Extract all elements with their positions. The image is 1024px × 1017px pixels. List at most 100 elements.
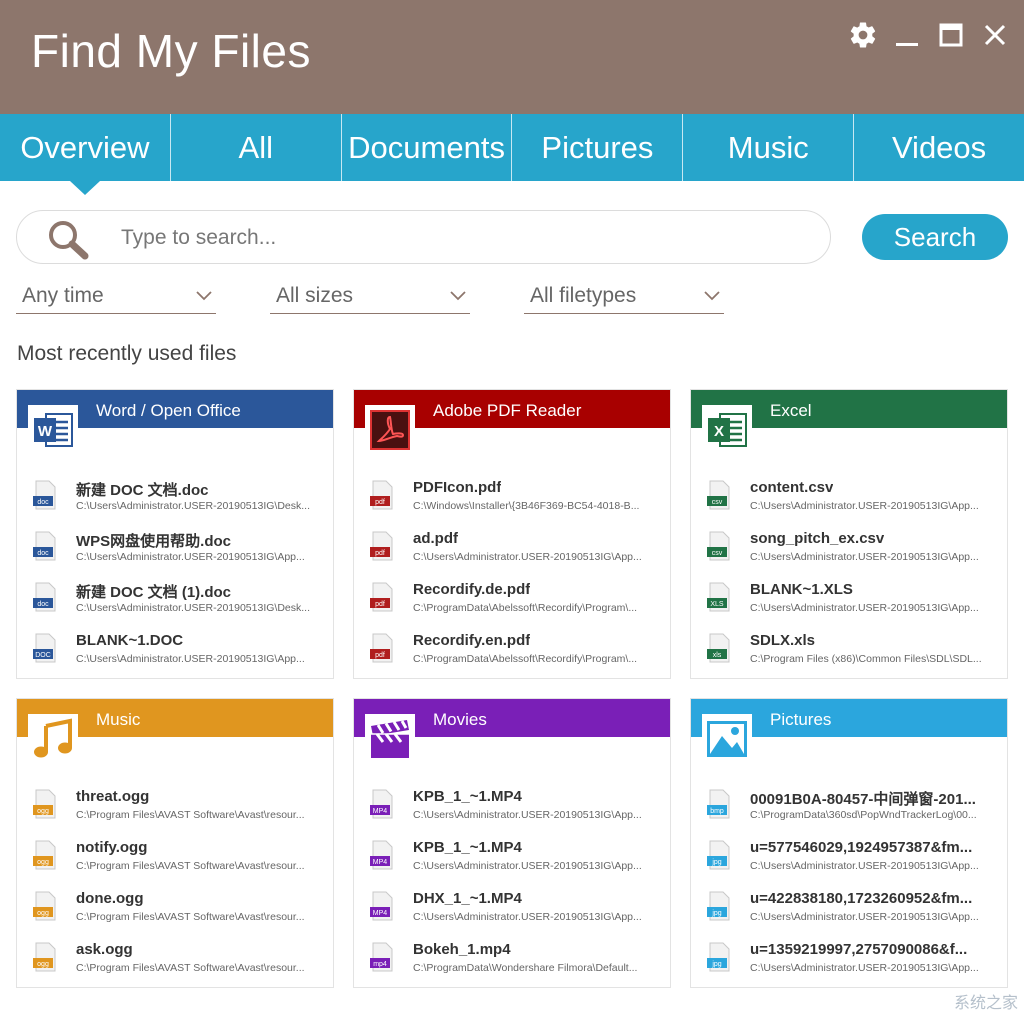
chevron-down-icon [196, 291, 212, 301]
picture-icon [702, 714, 752, 764]
list-item[interactable]: pdf Recordify.de.pdf C:\ProgramData\Abel… [354, 578, 670, 629]
svg-text:X: X [714, 423, 724, 440]
file-name: content.csv [750, 479, 834, 496]
file-name: Recordify.de.pdf [413, 581, 531, 598]
file-name: threat.ogg [76, 788, 150, 805]
video-file-icon: mp4 [370, 942, 393, 972]
card-word: W Word / Open Office doc 新建 DOC 文档.doc C… [16, 389, 334, 679]
chevron-down-icon [704, 291, 720, 301]
list-item[interactable]: jpg u=422838180,1723260952&fm... C:\User… [691, 887, 1007, 938]
list-item[interactable]: DOC BLANK~1.DOC C:\Users\Administrator.U… [17, 629, 333, 680]
list-item[interactable]: doc 新建 DOC 文档 (1).doc C:\Users\Administr… [17, 578, 333, 629]
list-item[interactable]: XLS BLANK~1.XLS C:\Users\Administrator.U… [691, 578, 1007, 629]
tab-all[interactable]: All [171, 114, 342, 181]
list-item[interactable]: doc WPS网盘使用帮助.doc C:\Users\Administrator… [17, 527, 333, 578]
file-name: KPB_1_~1.MP4 [413, 839, 522, 856]
window-controls [848, 18, 1010, 52]
chevron-down-icon [450, 291, 466, 301]
list-item[interactable]: pdf PDFIcon.pdf C:\Windows\Installer\{3B… [354, 476, 670, 527]
file-path: C:\ProgramData\Wondershare Filmora\Defau… [413, 962, 638, 974]
list-item[interactable]: jpg u=1359219997,2757090086&f... C:\User… [691, 938, 1007, 989]
list-item[interactable]: pdf ad.pdf C:\Users\Administrator.USER-2… [354, 527, 670, 578]
list-item[interactable]: csv content.csv C:\Users\Administrator.U… [691, 476, 1007, 527]
file-name: ask.ogg [76, 941, 133, 958]
list-item[interactable]: ogg done.ogg C:\Program Files\AVAST Soft… [17, 887, 333, 938]
size-filter-value: All sizes [276, 284, 354, 307]
list-item[interactable]: xls SDLX.xls C:\Program Files (x86)\Comm… [691, 629, 1007, 680]
svg-text:doc: doc [37, 601, 49, 608]
pdf-file-icon: pdf [370, 633, 393, 663]
list-item[interactable]: ogg notify.ogg C:\Program Files\AVAST So… [17, 836, 333, 887]
search-button[interactable]: Search [862, 214, 1008, 260]
file-name: BLANK~1.DOC [76, 632, 184, 649]
pdf-icon [365, 405, 415, 455]
gear-icon[interactable] [848, 18, 878, 52]
image-file-icon: jpg [707, 840, 730, 870]
list-item[interactable]: csv song_pitch_ex.csv C:\Users\Administr… [691, 527, 1007, 578]
file-path: C:\Users\Administrator.USER-20190513IG\A… [750, 911, 979, 923]
music-note-icon [28, 714, 78, 764]
tab-videos[interactable]: Videos [854, 114, 1024, 181]
clapperboard-icon [365, 714, 415, 764]
file-path: C:\Program Files\AVAST Software\Avast\re… [76, 809, 305, 821]
time-filter-value: Any time [22, 284, 104, 307]
search-input[interactable] [121, 221, 811, 255]
file-path: C:\Program Files\AVAST Software\Avast\re… [76, 860, 305, 872]
list-item[interactable]: MP4 KPB_1_~1.MP4 C:\Users\Administrator.… [354, 836, 670, 887]
svg-text:DOC: DOC [35, 652, 51, 659]
list-item[interactable]: MP4 KPB_1_~1.MP4 C:\Users\Administrator.… [354, 785, 670, 836]
file-list: csv content.csv C:\Users\Administrator.U… [691, 476, 1007, 680]
time-filter-dropdown[interactable]: Any time [16, 280, 216, 314]
list-item[interactable]: doc 新建 DOC 文档.doc C:\Users\Administrator… [17, 476, 333, 527]
main-tabs: Overview All Documents Pictures Music Vi… [0, 114, 1024, 195]
audio-file-icon: ogg [33, 789, 56, 819]
file-path: C:\Users\Administrator.USER-20190513IG\A… [413, 809, 642, 821]
file-path: C:\Users\Administrator.USER-20190513IG\A… [750, 551, 979, 563]
file-name: u=1359219997,2757090086&f... [750, 941, 968, 958]
close-icon[interactable] [980, 18, 1010, 52]
image-file-icon: jpg [707, 942, 730, 972]
list-item[interactable]: pdf Recordify.en.pdf C:\ProgramData\Abel… [354, 629, 670, 680]
doc-file-icon: doc [33, 582, 56, 612]
file-name: 00091B0A-80457-中间弹窗-201... [750, 791, 976, 808]
card-title: Adobe PDF Reader [433, 401, 582, 420]
file-name: 新建 DOC 文档 (1).doc [76, 584, 232, 601]
list-item[interactable]: ogg ask.ogg C:\Program Files\AVAST Softw… [17, 938, 333, 989]
file-path: C:\Users\Administrator.USER-20190513IG\A… [750, 860, 979, 872]
audio-file-icon: ogg [33, 891, 56, 921]
filetype-filter-dropdown[interactable]: All filetypes [524, 280, 724, 314]
list-item[interactable]: mp4 Bokeh_1.mp4 C:\ProgramData\Wondersha… [354, 938, 670, 989]
app-title: Find My Files [31, 25, 311, 77]
svg-text:W: W [38, 423, 53, 440]
svg-text:bmp: bmp [710, 808, 724, 815]
doc-file-icon: DOC [33, 633, 56, 663]
file-list: bmp 00091B0A-80457-中间弹窗-201... C:\Progra… [691, 785, 1007, 989]
tab-music[interactable]: Music [683, 114, 855, 181]
tab-pictures[interactable]: Pictures [512, 114, 684, 181]
tab-documents[interactable]: Documents [342, 114, 513, 181]
minimize-icon[interactable] [892, 18, 922, 52]
list-item[interactable]: bmp 00091B0A-80457-中间弹窗-201... C:\Progra… [691, 785, 1007, 836]
title-bar: Find My Files [0, 0, 1024, 114]
file-name: SDLX.xls [750, 632, 816, 649]
maximize-icon[interactable] [936, 18, 966, 52]
image-file-icon: bmp [707, 789, 730, 819]
file-path: C:\Users\Administrator.USER-20190513IG\D… [76, 500, 311, 512]
excel-file-icon: csv [707, 531, 730, 561]
list-item[interactable]: jpg u=577546029,1924957387&fm... C:\User… [691, 836, 1007, 887]
svg-text:ogg: ogg [37, 910, 49, 917]
file-name: ad.pdf [413, 530, 458, 547]
list-item[interactable]: ogg threat.ogg C:\Program Files\AVAST So… [17, 785, 333, 836]
file-name: u=422838180,1723260952&fm... [750, 890, 973, 907]
video-file-icon: MP4 [370, 789, 393, 819]
list-item[interactable]: MP4 DHX_1_~1.MP4 C:\Users\Administrator.… [354, 887, 670, 938]
search-icon [49, 221, 89, 260]
pdf-file-icon: pdf [370, 480, 393, 510]
audio-file-icon: ogg [33, 942, 56, 972]
file-path: C:\Users\Administrator.USER-20190513IG\A… [413, 860, 642, 872]
file-path: C:\Users\Administrator.USER-20190513IG\A… [750, 500, 979, 512]
svg-text:XLS: XLS [710, 601, 724, 608]
size-filter-dropdown[interactable]: All sizes [270, 280, 470, 314]
svg-text:pdf: pdf [375, 652, 385, 659]
tab-overview[interactable]: Overview [0, 114, 171, 195]
